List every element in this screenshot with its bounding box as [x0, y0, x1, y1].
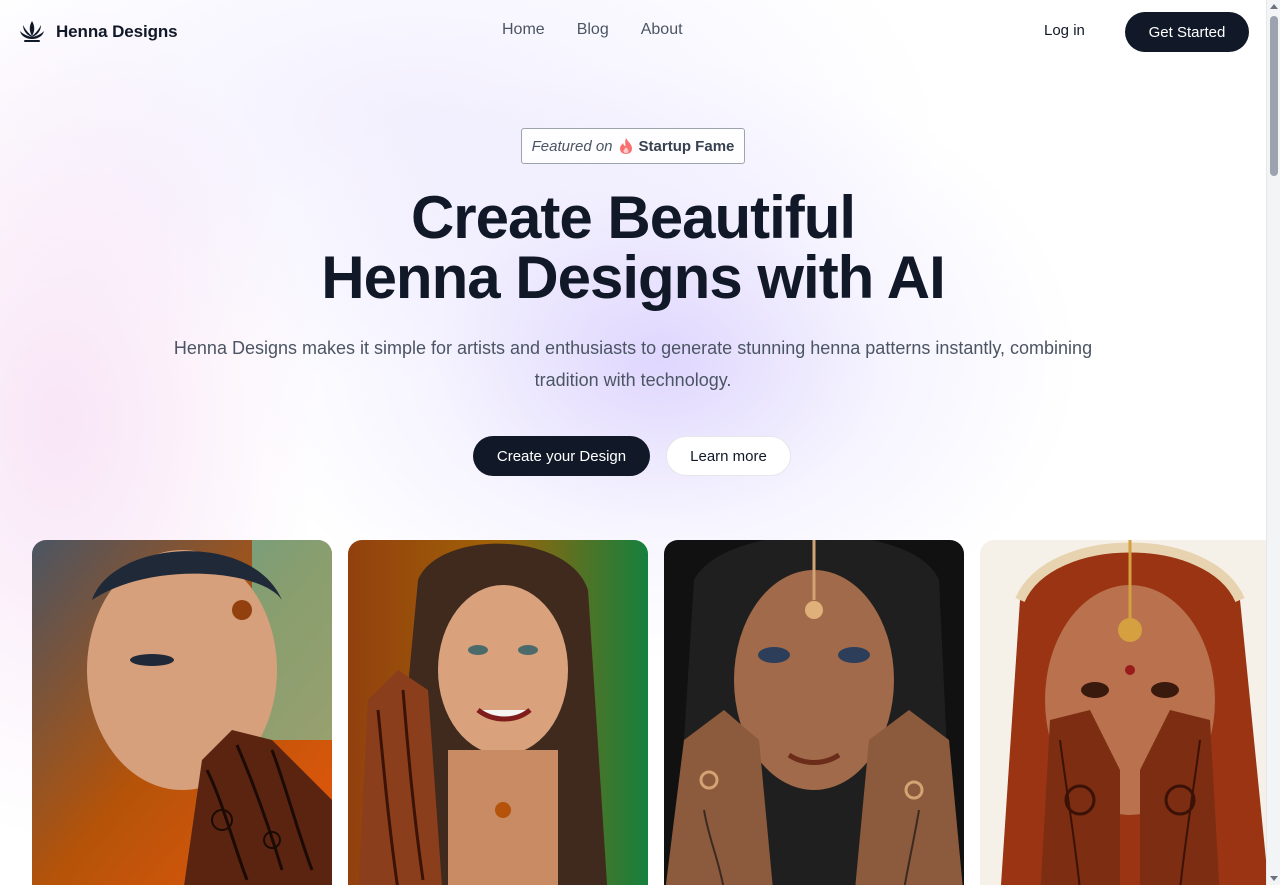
site-header: Henna Designs Home Blog About Log in Get… — [0, 0, 1266, 64]
brand-name: Henna Designs — [56, 22, 178, 41]
headline-line-2: Henna Designs with AI — [321, 244, 946, 311]
flame-icon — [619, 138, 632, 154]
badge-prefix: Featured on — [531, 137, 613, 155]
login-link[interactable]: Log in — [1044, 22, 1085, 39]
nav-blog-link[interactable]: Blog — [577, 21, 609, 39]
henna-photo-4 — [980, 540, 1266, 885]
featured-badge[interactable]: Featured on Startup Fame — [521, 128, 745, 164]
brand-link[interactable]: Henna Designs — [18, 18, 178, 46]
scroll-down-arrow-icon[interactable] — [1270, 876, 1278, 881]
landing-page: Henna Designs Home Blog About Log in Get… — [0, 0, 1266, 885]
scroll-thumb[interactable] — [1270, 16, 1278, 176]
gallery-card-1[interactable] — [32, 540, 332, 885]
main-nav: Home Blog About — [502, 21, 683, 39]
nav-about-link[interactable]: About — [641, 21, 683, 39]
henna-photo-3 — [664, 540, 964, 885]
get-started-button[interactable]: Get Started — [1125, 12, 1249, 52]
badge-name: Startup Fame — [638, 137, 735, 155]
henna-photo-2 — [348, 540, 648, 885]
hero-subtext: Henna Designs makes it simple for artist… — [173, 338, 1093, 390]
scroll-up-arrow-icon[interactable] — [1270, 4, 1278, 9]
henna-photo-1 — [32, 540, 332, 885]
gallery-card-2[interactable] — [348, 540, 648, 885]
design-gallery — [32, 540, 1266, 885]
headline-line-1: Create Beautiful — [410, 184, 856, 251]
create-design-button[interactable]: Create your Design — [473, 436, 650, 476]
gallery-card-4[interactable] — [980, 540, 1266, 885]
learn-more-button[interactable]: Learn more — [666, 436, 791, 476]
lotus-icon — [20, 21, 44, 42]
page-scrollbar[interactable] — [1266, 0, 1280, 885]
gallery-card-3[interactable] — [664, 540, 964, 885]
hero-headline: Create Beautiful Henna Designs with AI — [0, 188, 1266, 308]
nav-home-link[interactable]: Home — [502, 21, 545, 39]
